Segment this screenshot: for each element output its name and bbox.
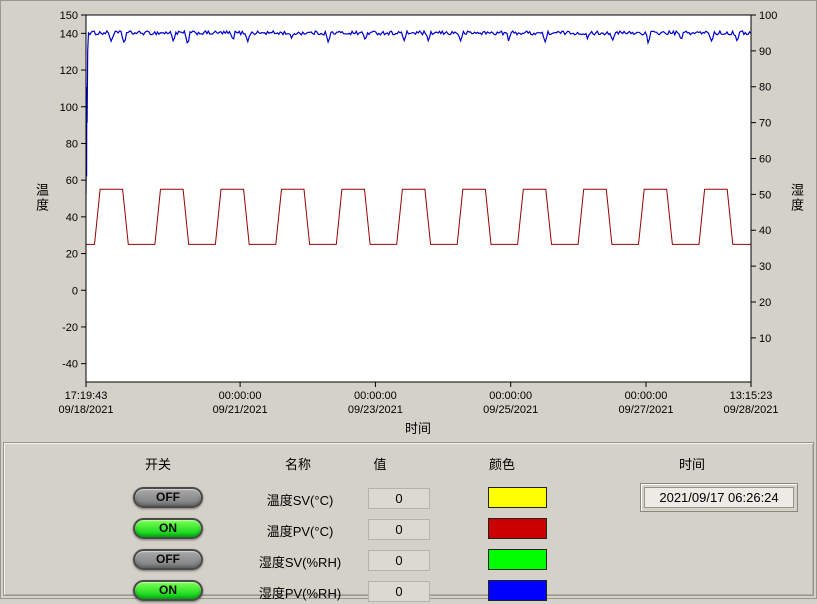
left-axis-tick-label: 20 [66, 249, 78, 261]
channel-value: 0 [368, 488, 430, 509]
left-axis-tick-label: 150 [60, 10, 78, 22]
x-axis-date-label: 09/25/2021 [483, 404, 538, 416]
header-time: 时间 [679, 454, 705, 473]
left-axis-title: 温度 [32, 183, 51, 213]
x-axis-title: 时间 [393, 418, 443, 437]
right-axis-tick-label: 70 [759, 118, 771, 130]
header-color: 颜色 [489, 454, 515, 473]
x-axis-date-label: 09/21/2021 [213, 404, 268, 416]
channel-row-temp-pv: ON 温度PV(°C) 0 [4, 518, 813, 542]
toggle-temp-sv[interactable]: OFF [133, 487, 203, 508]
x-axis-date-label: 09/28/2021 [723, 404, 778, 416]
channel-value: 0 [368, 550, 430, 571]
channel-name: 温度SV(°C) [242, 490, 358, 509]
channel-color-swatch[interactable] [488, 518, 547, 539]
toggle-temp-pv[interactable]: ON [133, 518, 203, 539]
right-axis-tick-label: 80 [759, 82, 771, 94]
right-axis-tick-label: 30 [759, 261, 771, 273]
right-axis-tick-label: 40 [759, 225, 771, 237]
channel-name: 温度PV(°C) [242, 521, 358, 540]
channel-color-swatch[interactable] [488, 487, 547, 508]
right-axis-tick-label: 90 [759, 46, 771, 58]
channel-color-swatch[interactable] [488, 549, 547, 570]
trend-chart: 150 140 120 100 80 60 40 20 0 -20 -40 100 90 80 70 60 50… [1, 1, 817, 441]
plot-background [86, 15, 751, 382]
header-name: 名称 [285, 454, 311, 473]
app-window: 150140120100806040200-20-401009080706050… [0, 0, 817, 599]
time-display-value: 2021/09/17 06:26:24 [644, 487, 794, 508]
right-axis-tick-label: 50 [759, 189, 771, 201]
time-display: 2021/09/17 06:26:24 [640, 483, 798, 512]
channel-name: 湿度PV(%RH) [242, 583, 358, 602]
channel-name: 湿度SV(%RH) [242, 552, 358, 571]
x-axis-date-label: 09/23/2021 [348, 404, 403, 416]
channel-row-humid-pv: ON 湿度PV(%RH) 0 [4, 580, 813, 604]
x-axis-time-label: 00:00:00 [354, 390, 397, 402]
header-value: 值 [373, 454, 386, 473]
right-axis-tick-label: 60 [759, 153, 771, 165]
left-axis-tick-label: 120 [60, 65, 78, 77]
channel-row-humid-sv: OFF 湿度SV(%RH) 0 [4, 549, 813, 573]
left-axis-tick-label: 40 [66, 212, 78, 224]
channel-color-swatch[interactable] [488, 580, 547, 601]
right-axis-tick-label: 10 [759, 333, 771, 345]
left-axis-tick-label: -20 [62, 322, 78, 334]
left-axis-tick-label: 60 [66, 175, 78, 187]
trend-chart-canvas: 150 140 120 100 80 60 40 20 0 -20 -40 100 90 80 70 60 50… [1, 1, 817, 441]
header-switch: 开关 [145, 454, 171, 473]
x-axis-date-label: 09/18/2021 [58, 404, 113, 416]
x-axis-time-label: 00:00:00 [625, 390, 668, 402]
x-axis-time-label: 00:00:00 [219, 390, 262, 402]
x-axis-time-label: 13:15:23 [730, 390, 773, 402]
toggle-humid-pv[interactable]: ON [133, 580, 203, 601]
toggle-humid-sv[interactable]: OFF [133, 549, 203, 570]
x-axis-time-label: 17:19:43 [65, 390, 108, 402]
left-axis-tick-label: 80 [66, 138, 78, 150]
left-axis-tick-label: -40 [62, 359, 78, 371]
channel-value: 0 [368, 519, 430, 540]
left-axis-tick-label: 100 [60, 102, 78, 114]
left-axis-tick-label: 0 [72, 285, 78, 297]
x-axis-date-label: 09/27/2021 [618, 404, 673, 416]
right-axis-title: 湿度 [787, 183, 806, 213]
left-axis-tick-label: 140 [60, 28, 78, 40]
right-axis-tick-label: 20 [759, 297, 771, 309]
control-panel: 开关 名称 值 颜色 时间 OFF 温度SV(°C) 0 2021/09/17 … [3, 442, 814, 596]
x-axis-time-label: 00:00:00 [489, 390, 532, 402]
right-axis-tick-label: 100 [759, 10, 777, 22]
channel-row-temp-sv: OFF 温度SV(°C) 0 2021/09/17 06:26:24 [4, 487, 813, 511]
